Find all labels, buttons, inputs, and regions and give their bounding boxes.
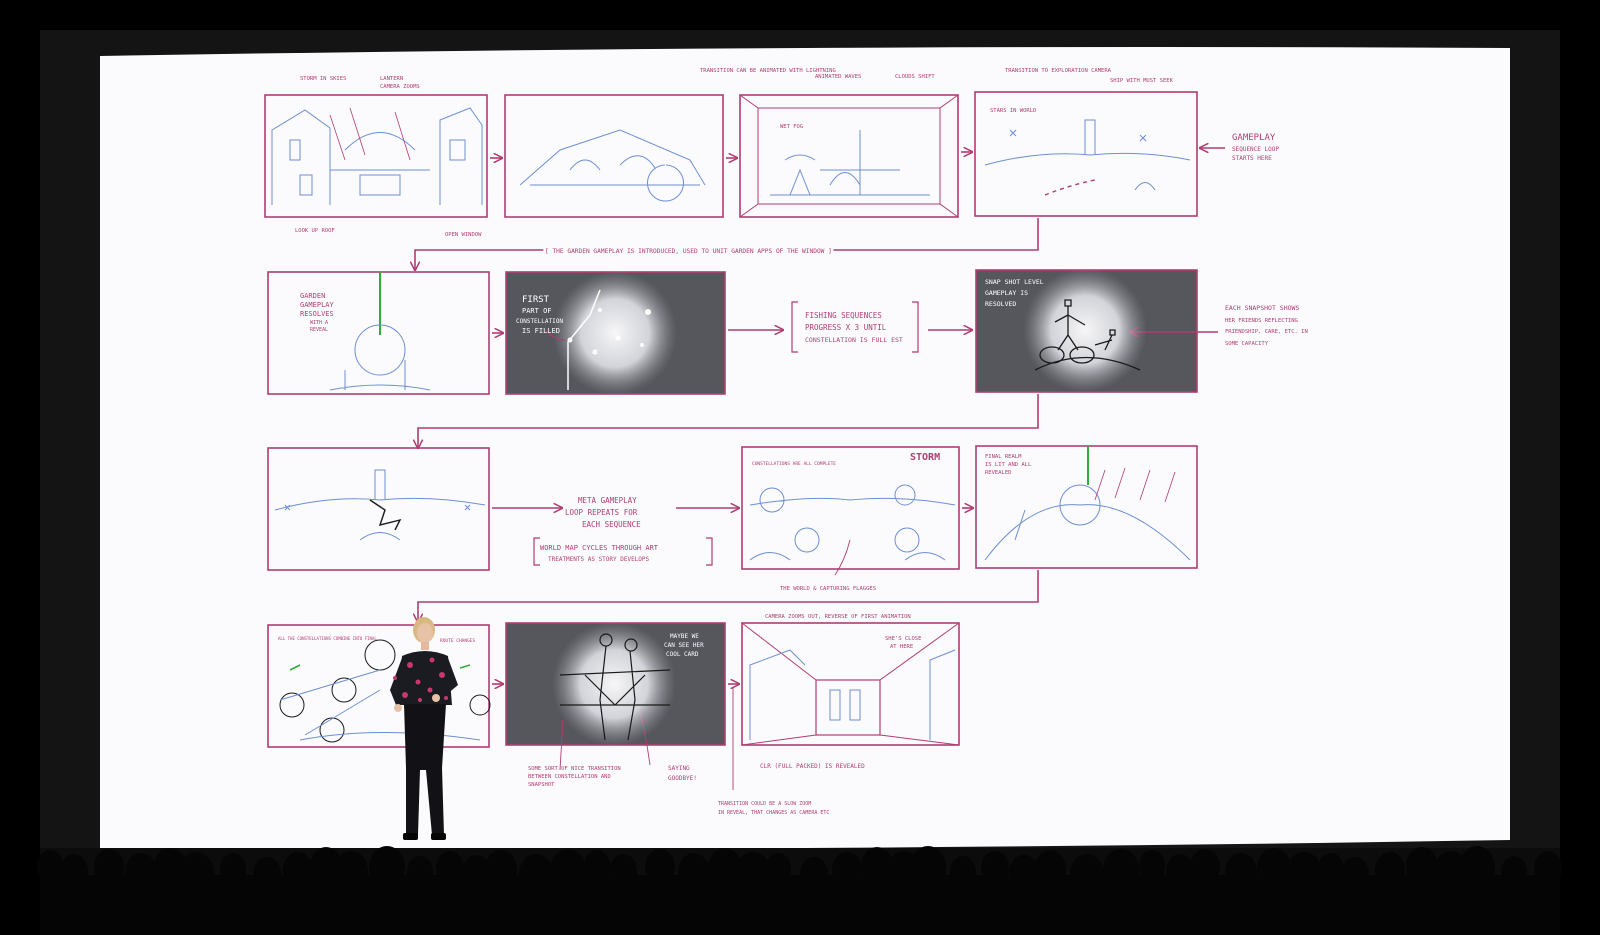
snapshot-line-3: SOME CAPACITY xyxy=(1225,341,1269,347)
note-r1p1-0: STORM IN SKIES xyxy=(300,76,346,82)
gameplay-line-0: SEQUENCE LOOP xyxy=(1232,146,1279,153)
meta-line-2: EACH SEQUENCE xyxy=(582,520,641,529)
note-r1p3-2: WET FOG xyxy=(780,124,803,130)
note-r4p3-1: AT HERE xyxy=(890,644,913,650)
presenter-shoe-left xyxy=(403,833,418,840)
note-r3p4-0: FINAL REALM xyxy=(985,454,1022,460)
note-r2p1-2: RESOLVES xyxy=(300,310,334,318)
snapshot-line-1: HER FRIENDS REFLECTING xyxy=(1225,318,1298,324)
note-r1p3-0: ANIMATED WAVES xyxy=(815,74,861,80)
presenter-neck xyxy=(421,642,429,650)
worldmap-line-0: WORLD MAP CYCLES THROUGH ART xyxy=(540,544,659,552)
storm-note-1: THE WORLD & CAPTURING FLAGGES xyxy=(780,586,876,592)
note-r3p4-2: REVEALED xyxy=(985,470,1012,476)
note-r2p2-2: CONSTELLATION xyxy=(516,318,563,325)
note-r2p4-1: GAMEPLAY IS xyxy=(985,289,1028,297)
note-r4p2-right-1: GOODBYE! xyxy=(668,775,697,782)
note-r1p1-4: OPEN WINDOW xyxy=(445,232,482,238)
note-r4p3-0: SHE'S CLOSE xyxy=(885,636,921,642)
note-r4p3-top: CAMERA ZOOMS OUT, REVERSE OF FIRST ANIMA… xyxy=(765,614,911,620)
note-r1p3-1: CLOUDS SHIFT xyxy=(895,74,935,80)
note-r1p4-1: SHIP WITH MUST SEEK xyxy=(1110,78,1174,84)
note-r3p4-1: IS LIT AND ALL xyxy=(985,462,1032,468)
note-r2p1-1: GAMEPLAY xyxy=(300,301,335,309)
bracket-r2-1: PROGRESS X 3 UNTIL xyxy=(805,323,887,332)
note-r4p1-1: ROUTE CHANGES xyxy=(440,638,476,644)
note-r4p2-right-0: SAYING xyxy=(668,765,690,772)
note-r4p2-0: MAYBE WE xyxy=(670,633,699,640)
note-r2p1-0: GARDEN xyxy=(300,292,325,300)
constellation-glow-r2 xyxy=(553,271,677,395)
note-r2p2-1: PART OF xyxy=(522,307,552,315)
bracket-r2-0: FISHING SEQUENCES xyxy=(805,311,882,320)
row-4-panel-text: MAYBE WE CAN SEE HER COOL CARD xyxy=(664,633,704,658)
presenter-face xyxy=(417,623,433,643)
worldmap-line-1: TREATMENTS AS STORY DEVELOPS xyxy=(548,556,650,563)
gameplay-line-1: STARTS HERE xyxy=(1232,155,1272,162)
connector-note-r1: [ THE GARDEN GAMEPLAY IS INTRODUCED, USE… xyxy=(545,248,832,255)
constellation-glow-r4 xyxy=(552,622,676,746)
snapshot-glow-r2 xyxy=(1023,268,1147,392)
keynote-stage-photo: STORM IN SKIES LANTERN CAMERA ZOOMS LOOK… xyxy=(0,0,1600,935)
footer-line-0: TRANSITION COULD BE A SLOW ZOOM xyxy=(718,801,811,807)
note-r1p4-0: TRANSITION TO EXPLORATION CAMERA xyxy=(1005,68,1112,74)
note-r2p2-0: FIRST xyxy=(522,295,550,305)
meta-line-0: META GAMEPLAY xyxy=(578,496,637,505)
bracket-r2-2: CONSTELLATION IS FULL EST xyxy=(805,336,903,344)
note-r4p2-bottom-0: SOME SORT OF NICE TRANSITION xyxy=(528,766,621,772)
storm-note-0: CONSTELLATIONS ARE ALL COMPLETE xyxy=(752,461,836,467)
audience-shoulders xyxy=(40,875,1560,935)
note-r1p1-3: LOOK UP ROOF xyxy=(295,228,335,234)
note-r4p2-2: COOL CARD xyxy=(666,651,699,658)
note-r1p4-2: STARS IN WORLD xyxy=(990,108,1036,114)
note-r2p4-2: RESOLVED xyxy=(985,300,1016,308)
note-r4p3-bottom: CLR (FULL PACKED) IS REVEALED xyxy=(760,763,865,770)
note-r2p1-3: WITH A xyxy=(310,320,328,326)
presenter-shoe-right xyxy=(431,833,446,840)
note-r2p2-3: IS FILLED xyxy=(522,327,560,335)
note-r4p2-1: CAN SEE HER xyxy=(664,642,704,649)
note-r1p1-2: CAMERA ZOOMS xyxy=(380,84,420,90)
storm-label: STORM xyxy=(910,452,940,463)
snapshot-line-2: FRIENDSHIP, CARE, ETC. IN xyxy=(1225,329,1308,335)
meta-line-1: LOOP REPEATS FOR xyxy=(565,508,638,517)
footer-line-1: IN REVEAL, THAT CHANGES AS CAMERA ETC xyxy=(718,810,829,816)
snapshot-line-0: EACH SNAPSHOT SHOWS xyxy=(1225,304,1299,312)
note-r4p1-0: ALL THE CONSTELLATIONS COMBINE INTO FINA… xyxy=(278,636,377,641)
note-r1p1-1: LANTERN xyxy=(380,76,403,82)
note-r4p2-bottom-1: BETWEEN CONSTELLATION AND xyxy=(528,774,611,780)
note-r2p1-4: REVEAL xyxy=(310,327,328,333)
gameplay-title: GAMEPLAY xyxy=(1232,133,1276,143)
note-r2p4-0: SNAP SHOT LEVEL xyxy=(985,278,1044,286)
note-r4p2-bottom-2: SNAPSHOT xyxy=(528,782,555,788)
